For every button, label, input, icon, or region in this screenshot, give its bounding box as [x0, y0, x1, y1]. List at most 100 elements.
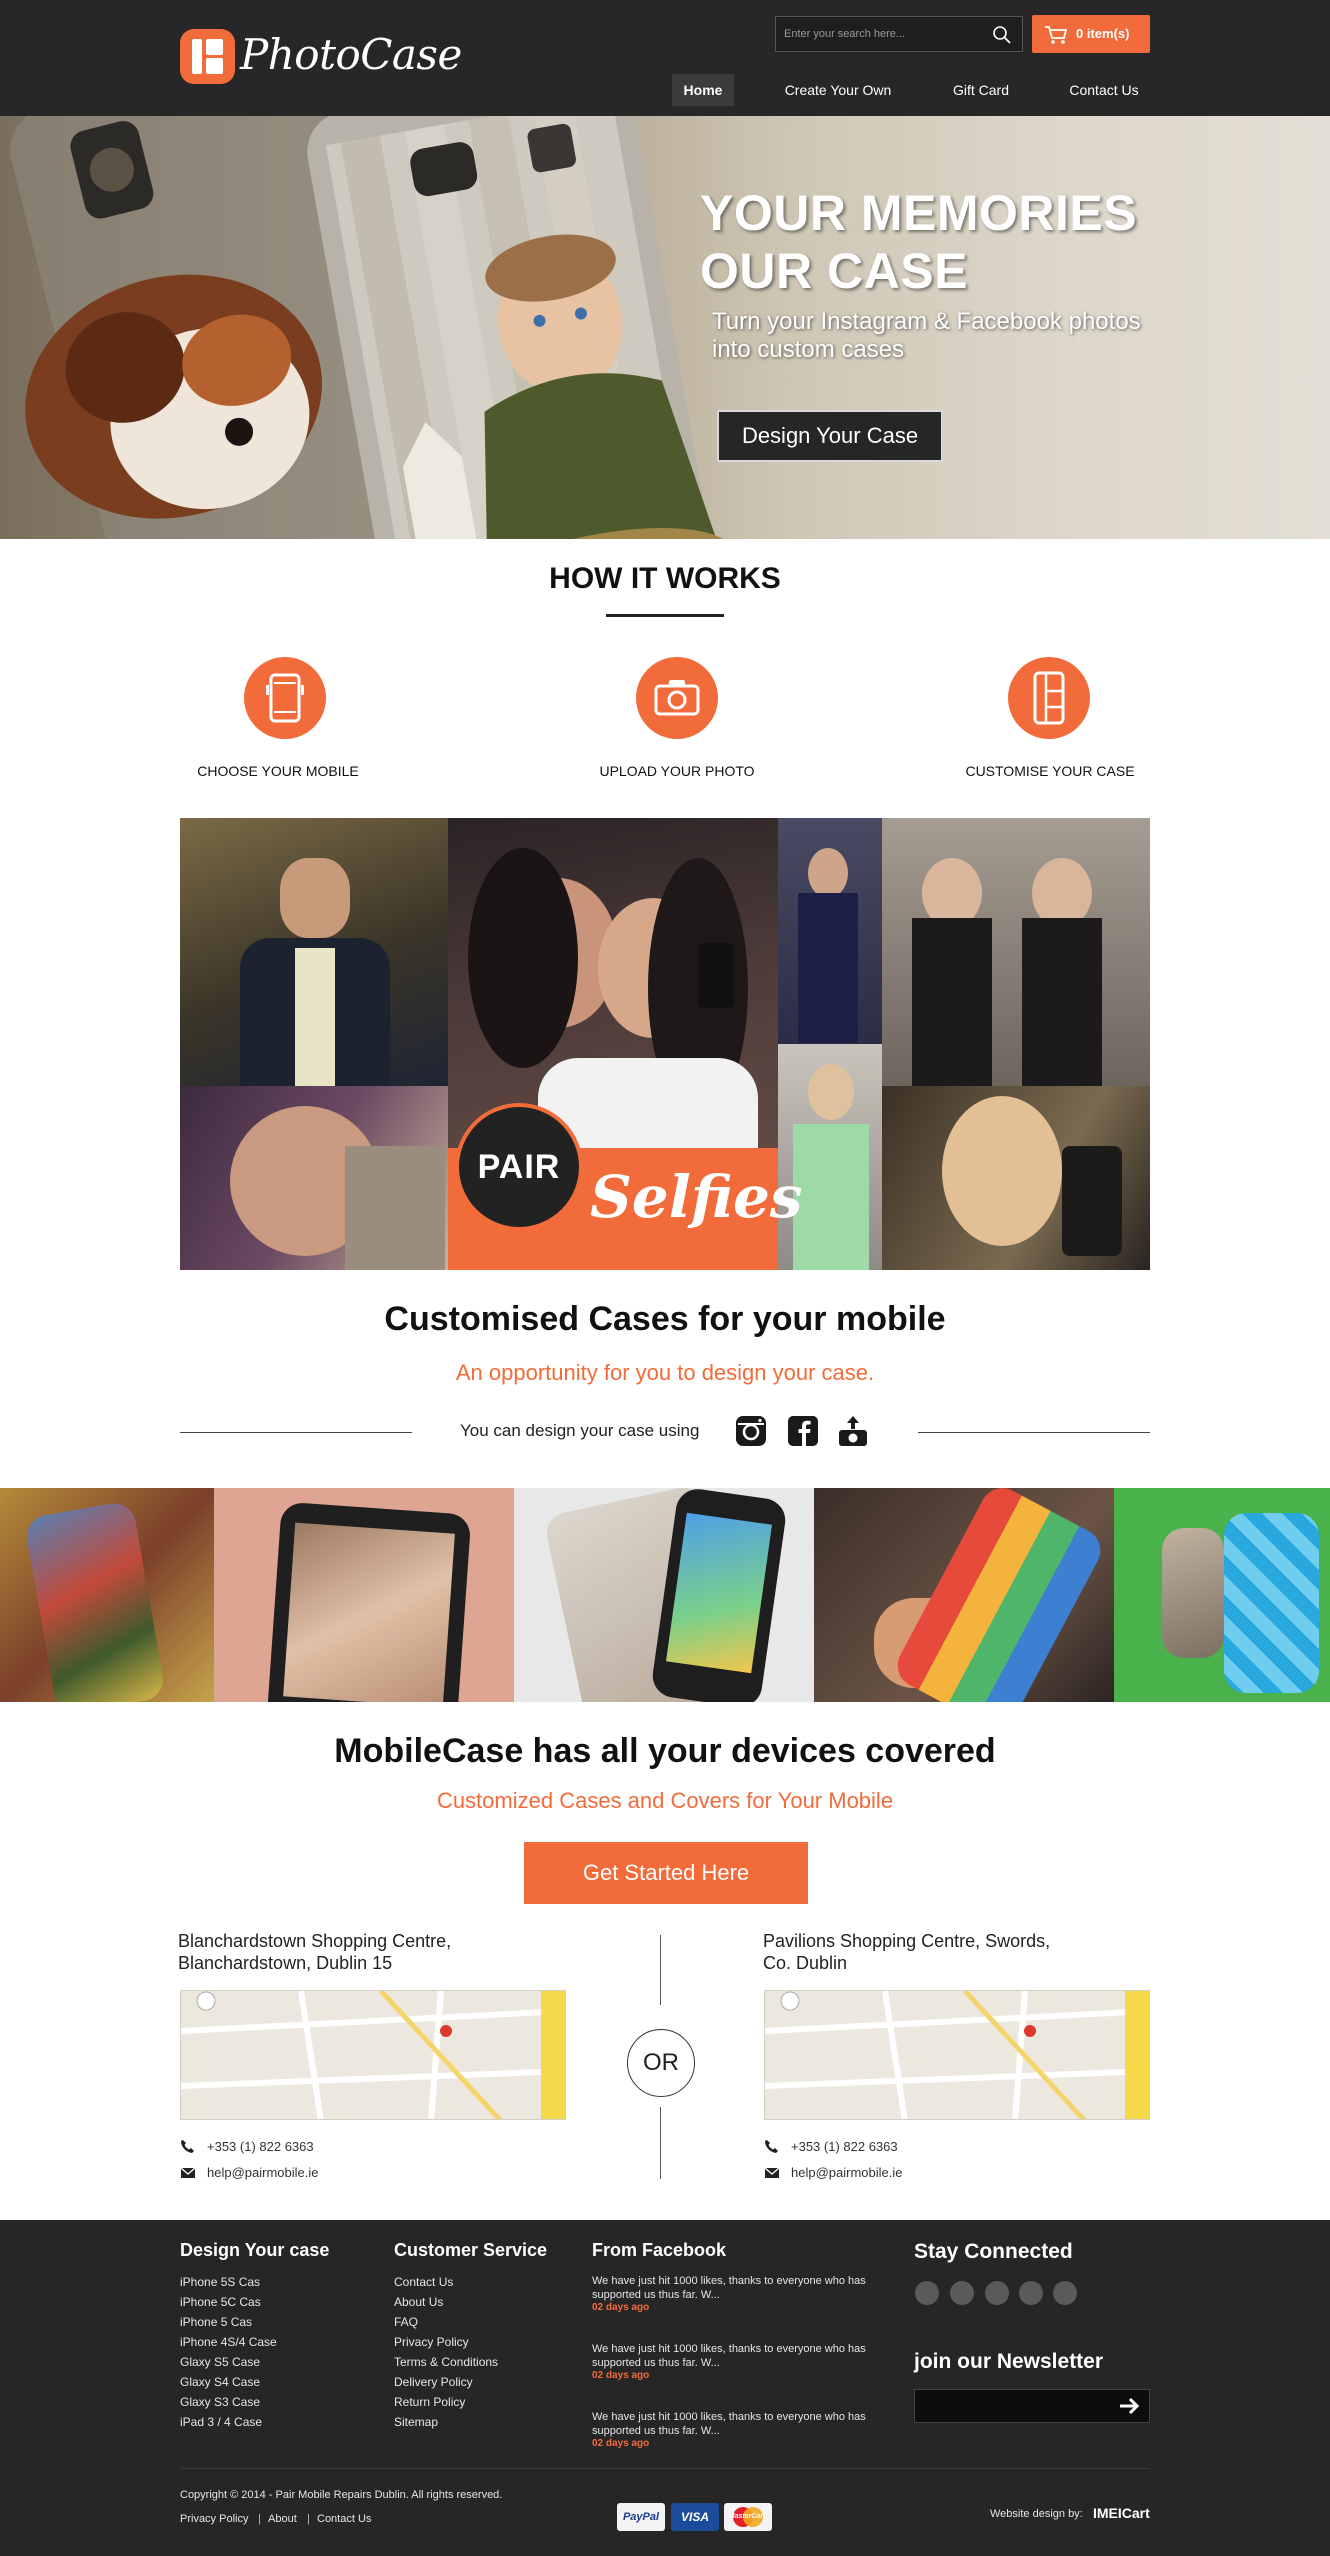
hero-title-line2: OUR CASE: [700, 243, 968, 299]
legal-separator: |: [307, 2513, 310, 2525]
search-box: [775, 16, 1023, 52]
facebook-post[interactable]: We have just hit 1000 likes, thanks to e…: [592, 2410, 882, 2449]
case-photo: [0, 1488, 214, 1702]
divider-right: [918, 1432, 1150, 1433]
collage-photo: [180, 1086, 448, 1270]
collage-photo: [882, 818, 1150, 1086]
facebook-icon[interactable]: [786, 1414, 820, 1448]
footer-link[interactable]: Glaxy S4 Case: [180, 2372, 277, 2392]
privacy-policy-link[interactable]: Privacy Policy: [180, 2513, 248, 2525]
step-upload-photo-label: UPLOAD YOUR PHOTO: [599, 763, 755, 779]
footer-link[interactable]: Return Policy: [394, 2392, 498, 2412]
facebook-post-text: We have just hit 1000 likes, thanks to e…: [592, 2411, 866, 2437]
step-choose-mobile-label: CHOOSE YOUR MOBILE: [197, 763, 359, 779]
address-line: Blanchardstown, Dublin 15: [178, 1953, 393, 1973]
footer-link[interactable]: iPhone 5S Cas: [180, 2272, 277, 2292]
case-icon: [1033, 671, 1065, 725]
footer-newsletter-heading: join our Newsletter: [914, 2350, 1104, 2373]
phone-icon: [181, 2140, 194, 2153]
footer-link[interactable]: Delivery Policy: [394, 2372, 498, 2392]
visa-icon: VISA: [671, 2503, 719, 2531]
footer-link[interactable]: iPhone 4S/4 Case: [180, 2332, 277, 2352]
nav-contact-us[interactable]: Contact Us: [1054, 74, 1154, 106]
location-right-address: Pavilions Shopping Centre, Swords, Co. D…: [763, 1930, 1050, 1974]
map-left[interactable]: [180, 1990, 566, 2120]
xing-icon[interactable]: [985, 2281, 1009, 2305]
mastercard-icon: MasterCard: [724, 2503, 772, 2531]
paypal-icon: PayPal: [617, 2503, 665, 2531]
footer-link[interactable]: About Us: [394, 2292, 498, 2312]
footer-stay-connected-heading: Stay Connected: [914, 2240, 1073, 2263]
selfies-text: Selfies: [590, 1163, 803, 1231]
collage-photo: [778, 818, 882, 1044]
footer-link[interactable]: FAQ: [394, 2312, 498, 2332]
step-choose-mobile[interactable]: [244, 657, 326, 739]
address-line: Pavilions Shopping Centre, Swords,: [763, 1931, 1051, 1951]
hero-banner: YOUR MEMORIES OUR CASE Turn your Instagr…: [0, 116, 1330, 539]
map-right[interactable]: [764, 1990, 1150, 2120]
instagram-icon[interactable]: [734, 1414, 768, 1448]
case-photo: [1114, 1488, 1330, 1702]
footer-link[interactable]: iPad 3 / 4 Case: [180, 2412, 277, 2432]
step-customise-case[interactable]: [1008, 657, 1090, 739]
case-photo: [214, 1488, 514, 1702]
footer-link[interactable]: iPhone 5C Cas: [180, 2292, 277, 2312]
footer-link[interactable]: Glaxy S3 Case: [180, 2392, 277, 2412]
designer-brand-link[interactable]: IMEICart: [1093, 2505, 1150, 2521]
search-icon[interactable]: [992, 25, 1012, 45]
or-badge: OR: [627, 2029, 695, 2097]
copyright-text: Copyright © 2014 - Pair Mobile Repairs D…: [180, 2489, 503, 2501]
email-link[interactable]: help@pairmobile.ie: [207, 2165, 318, 2180]
legal-separator: |: [258, 2513, 261, 2525]
search-input[interactable]: [776, 17, 976, 51]
footer-link[interactable]: Terms & Conditions: [394, 2352, 498, 2372]
email-link[interactable]: help@pairmobile.ie: [791, 2165, 902, 2180]
footer-service-heading: Customer Service: [394, 2240, 548, 2260]
logo-icon[interactable]: [180, 29, 235, 84]
design-using-text: You can design your case using: [460, 1421, 700, 1440]
get-started-button[interactable]: Get Started Here: [524, 1842, 808, 1904]
devices-subtitle: Customized Cases and Covers for Your Mob…: [436, 1788, 894, 1813]
phone-icon: [765, 2140, 778, 2153]
or-divider-top: [660, 1935, 661, 2005]
footer-link[interactable]: Glaxy S5 Case: [180, 2352, 277, 2372]
facebook-post-text: We have just hit 1000 likes, thanks to e…: [592, 2275, 866, 2301]
footer-facebook-heading: From Facebook: [592, 2240, 727, 2260]
rss-icon[interactable]: [1019, 2281, 1043, 2305]
facebook-icon[interactable]: [915, 2281, 939, 2305]
footer-link[interactable]: Privacy Policy: [394, 2332, 498, 2352]
facebook-post-date: 02 days ago: [592, 2438, 650, 2449]
footer-link[interactable]: Contact Us: [394, 2272, 498, 2292]
address-line: Blanchardstown Shopping Centre,: [178, 1931, 452, 1951]
cart-button[interactable]: 0 item(s): [1032, 15, 1150, 53]
devices-title: MobileCase has all your devices covered: [334, 1732, 996, 1770]
facebook-post[interactable]: We have just hit 1000 likes, thanks to e…: [592, 2274, 882, 2313]
email-icon[interactable]: [1053, 2281, 1077, 2305]
nav-create-your-own[interactable]: Create Your Own: [768, 74, 908, 106]
website-design-by-label: Website design by:: [990, 2508, 1083, 2520]
footer-design-links: iPhone 5S Cas iPhone 5C Cas iPhone 5 Cas…: [180, 2272, 277, 2432]
how-it-works-title: HOW IT WORKS: [549, 562, 781, 595]
about-link[interactable]: About: [268, 2513, 297, 2525]
arrow-right-icon[interactable]: [1110, 2390, 1148, 2422]
divider-left: [180, 1432, 412, 1433]
location-left-address: Blanchardstown Shopping Centre, Blanchar…: [178, 1930, 451, 1974]
phone-number[interactable]: +353 (1) 822 6363: [207, 2139, 314, 2154]
email-icon: [764, 2167, 780, 2178]
collage-photo: [882, 1086, 1150, 1270]
phone-number[interactable]: +353 (1) 822 6363: [791, 2139, 898, 2154]
footer-link[interactable]: Sitemap: [394, 2412, 498, 2432]
logo-text[interactable]: PhotoCase: [240, 30, 462, 79]
contact-us-link[interactable]: Contact Us: [317, 2513, 371, 2525]
nav-gift-card[interactable]: Gift Card: [938, 74, 1024, 106]
twitter-icon[interactable]: [950, 2281, 974, 2305]
design-your-case-button[interactable]: Design Your Case: [717, 410, 943, 462]
footer-link[interactable]: iPhone 5 Cas: [180, 2312, 277, 2332]
collage-photo: [180, 818, 448, 1086]
case-photo: [514, 1488, 814, 1702]
facebook-post[interactable]: We have just hit 1000 likes, thanks to e…: [592, 2342, 882, 2381]
case-gallery: [0, 1488, 1330, 1702]
nav-home[interactable]: Home: [672, 74, 734, 106]
upload-photo-icon[interactable]: [836, 1414, 870, 1448]
step-upload-photo[interactable]: [636, 657, 718, 739]
